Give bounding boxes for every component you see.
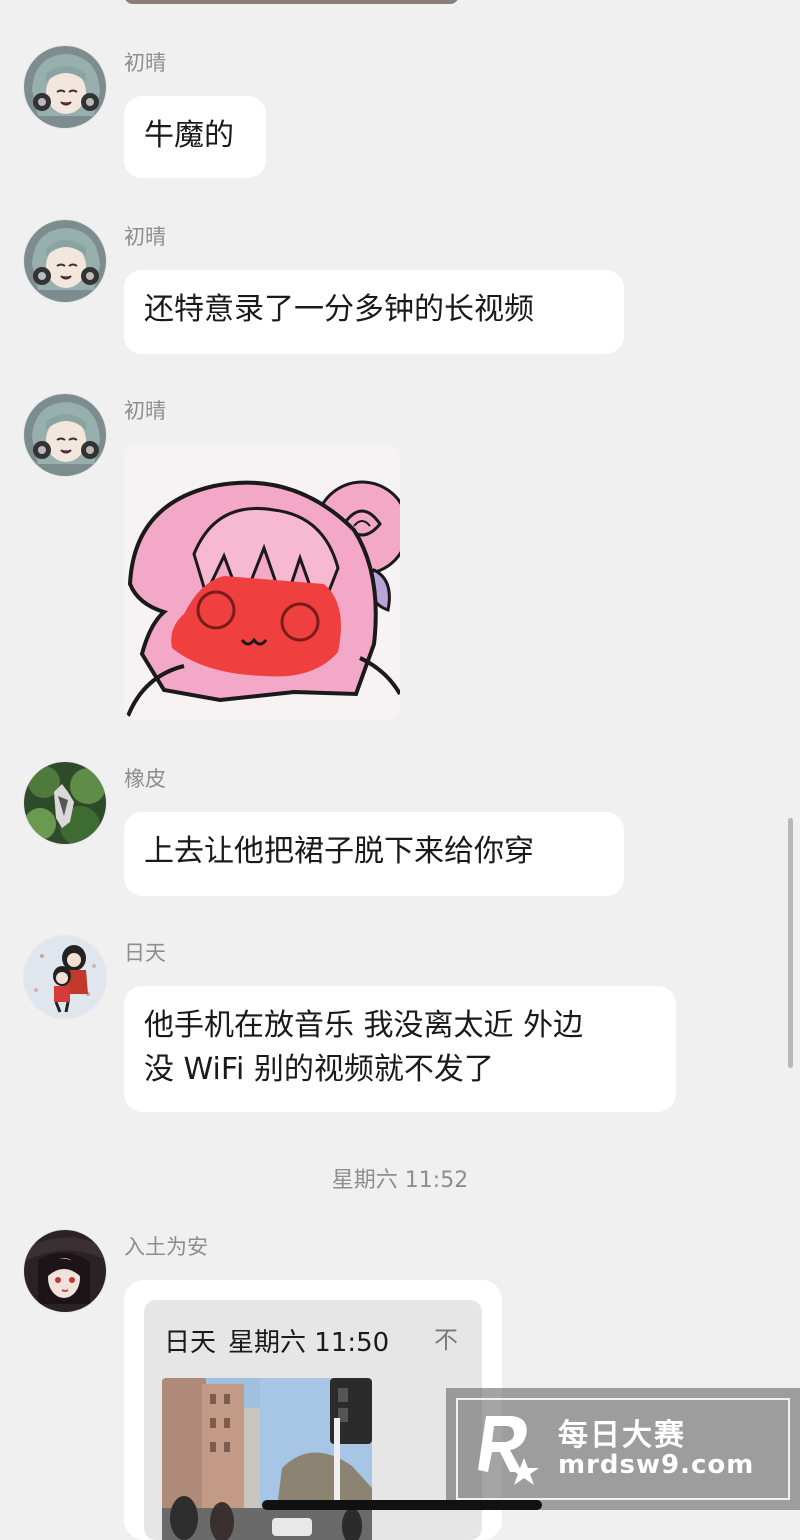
collapse-icon[interactable]: 不: [434, 1320, 458, 1355]
message-text: 还特意录了一分多钟的长视频: [144, 292, 534, 327]
message-bubble[interactable]: 牛魔的: [124, 96, 266, 178]
avatar-ritian[interactable]: [24, 936, 106, 1018]
message-text-line: 他手机在放音乐 我没离太近 外边: [144, 1008, 584, 1043]
time-divider: 星期六 11:52: [331, 1168, 469, 1193]
sender-name: 日天: [124, 941, 166, 965]
message-text: 牛魔的: [144, 118, 234, 153]
forwarded-header: 日天 星期六 11:50: [164, 1322, 401, 1359]
sticker-image[interactable]: [124, 444, 400, 720]
watermark-logo-icon: [478, 1416, 539, 1485]
avatar-xiangpi[interactable]: [24, 762, 106, 844]
scrollbar[interactable]: [788, 818, 793, 1068]
sender-name: 入土为安: [124, 1235, 208, 1259]
forwarded-photo[interactable]: [162, 1378, 372, 1540]
sender-name: 初晴: [124, 225, 166, 249]
avatar-chuqing[interactable]: [24, 394, 106, 476]
forwarded-origin-sender: 日天: [164, 1328, 217, 1358]
watermark-url: mrdsw9.com: [558, 1450, 755, 1480]
watermark-title: 每日大赛: [558, 1418, 686, 1453]
watermark-overlay: 每日大赛 mrdsw9.com: [446, 1388, 800, 1510]
forwarded-origin-time: 星期六 11:50: [228, 1328, 390, 1358]
message-bubble[interactable]: 他手机在放音乐 我没离太近 外边 没 WiFi 别的视频就不发了: [124, 986, 676, 1112]
avatar-chuqing[interactable]: [24, 220, 106, 302]
message-bubble[interactable]: 还特意录了一分多钟的长视频: [124, 270, 624, 354]
message-text-line: 没 WiFi 别的视频就不发了: [144, 1052, 494, 1087]
avatar-rutuweian[interactable]: [24, 1230, 106, 1312]
partial-message-bubble[interactable]: [124, 0, 459, 4]
home-indicator[interactable]: [262, 1500, 542, 1510]
message-text: 上去让他把裙子脱下来给你穿: [144, 834, 534, 869]
message-bubble[interactable]: 上去让他把裙子脱下来给你穿: [124, 812, 624, 896]
sender-name: 初晴: [124, 51, 166, 75]
sender-name: 初晴: [124, 399, 166, 423]
avatar-chuqing[interactable]: [24, 46, 106, 128]
sender-name: 橡皮: [124, 767, 166, 791]
